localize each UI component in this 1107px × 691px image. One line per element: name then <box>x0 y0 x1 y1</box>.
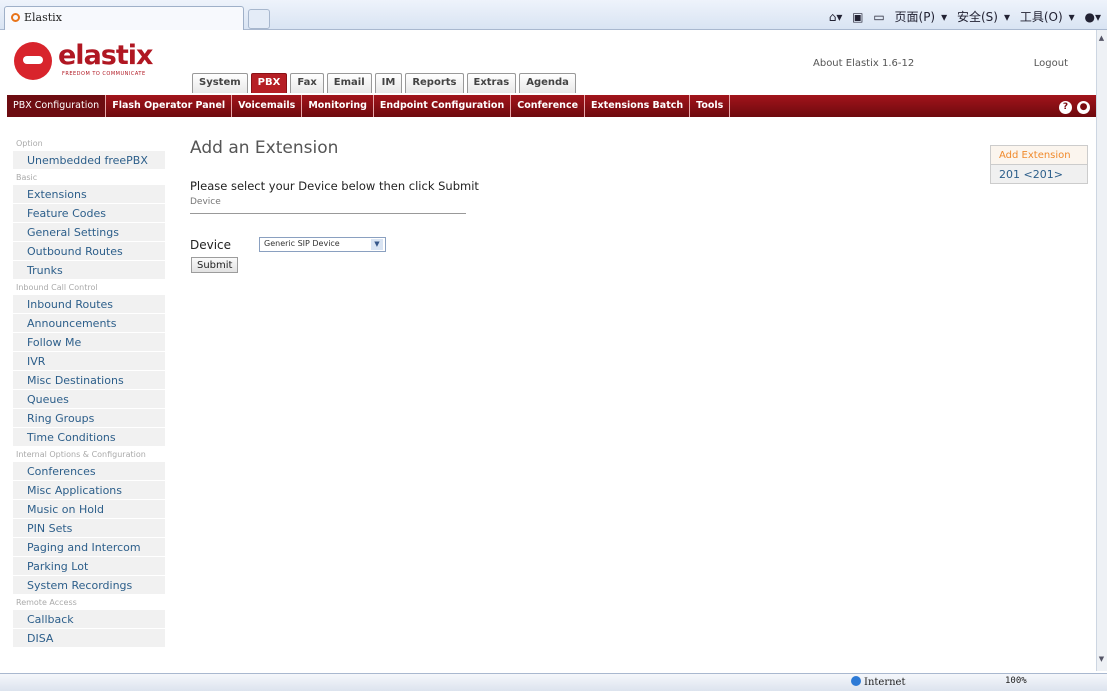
sidebar-item-system-recordings[interactable]: System Recordings <box>13 576 165 595</box>
device-select-value: Generic SIP Device <box>264 239 340 248</box>
globe-icon <box>851 676 861 686</box>
safety-menu[interactable]: 安全(S) <box>957 10 998 24</box>
help-menu-icon[interactable]: ●▾ <box>1085 10 1102 24</box>
sidebar-section-inbound: Inbound Call Control <box>16 283 98 292</box>
logout-link[interactable]: Logout <box>1034 58 1068 69</box>
safety-menu-arrow-icon: ▾ <box>1003 10 1010 24</box>
feeds-icon[interactable]: ▣ <box>852 10 863 24</box>
info-icon[interactable]: ● <box>1077 101 1090 114</box>
home-icon[interactable]: ⌂▾ <box>829 10 843 24</box>
tab-extras[interactable]: Extras <box>466 73 517 93</box>
sidebar-item-callback[interactable]: Callback <box>13 610 165 629</box>
tools-menu-arrow-icon: ▾ <box>1068 10 1075 24</box>
elastix-favicon-icon <box>11 13 20 22</box>
tab-im[interactable]: IM <box>374 73 403 93</box>
subnav-endpoint-configuration[interactable]: Endpoint Configuration <box>374 95 512 117</box>
sidebar-item-general-settings[interactable]: General Settings <box>13 223 165 242</box>
sidebar-item-outbound-routes[interactable]: Outbound Routes <box>13 242 165 261</box>
sidebar-item-trunks[interactable]: Trunks <box>13 261 165 280</box>
logo-text: elastix <box>58 40 153 71</box>
extension-list-item[interactable]: 201 <201> <box>990 165 1088 184</box>
sidebar-item-extensions[interactable]: Extensions <box>13 185 165 204</box>
help-icon[interactable]: ? <box>1059 101 1072 114</box>
tab-pbx[interactable]: PBX <box>250 73 288 93</box>
sidebar-item-ivr[interactable]: IVR <box>13 352 165 371</box>
sidebar-item-time-conditions[interactable]: Time Conditions <box>13 428 165 447</box>
subnav-extensions-batch[interactable]: Extensions Batch <box>585 95 691 117</box>
main-tabs: System PBX Fax Email IM Reports Extras A… <box>192 73 576 93</box>
tab-agenda[interactable]: Agenda <box>519 73 576 93</box>
sidebar: Option Unembedded freePBX Basic Extensio… <box>13 136 165 648</box>
zoom-control[interactable]: 100% <box>1005 676 1027 686</box>
page-menu-arrow-icon: ▾ <box>941 10 948 24</box>
sidebar-section-remote: Remote Access <box>16 598 77 607</box>
subnav-flash-operator-panel[interactable]: Flash Operator Panel <box>106 95 233 117</box>
subnav-monitoring[interactable]: Monitoring <box>302 95 374 117</box>
browser-tab[interactable]: Elastix <box>4 6 244 30</box>
sidebar-item-queues[interactable]: Queues <box>13 390 165 409</box>
sidebar-item-parking-lot[interactable]: Parking Lot <box>13 557 165 576</box>
sidebar-item-disa[interactable]: DISA <box>13 629 165 648</box>
device-label: Device <box>190 238 232 252</box>
zoom-level: 100% <box>1005 676 1027 686</box>
subnav-conference[interactable]: Conference <box>511 95 586 117</box>
subnav-icons: ? ● <box>1054 99 1090 114</box>
sidebar-section-basic: Basic <box>16 173 38 182</box>
security-zone: Internet <box>851 676 905 688</box>
sidebar-item-music-on-hold[interactable]: Music on Hold <box>13 500 165 519</box>
about-link[interactable]: About Elastix 1.6-12 <box>813 58 914 69</box>
device-row: Device Generic SIP Device ▼ <box>190 237 490 255</box>
print-icon[interactable]: ▭ <box>873 10 884 24</box>
vertical-scrollbar[interactable] <box>1096 30 1107 671</box>
main-content: Add an Extension Please select your Devi… <box>190 138 970 273</box>
divider <box>190 213 466 214</box>
logo-tagline: FREEDOM TO COMMUNICATE <box>62 71 146 77</box>
scroll-down-arrow-icon[interactable]: ▼ <box>1097 655 1106 663</box>
pbx-subnav: PBX Configuration Flash Operator Panel V… <box>7 95 1098 117</box>
subnav-pbx-configuration[interactable]: PBX Configuration <box>7 95 107 117</box>
elastix-logo: elastix FREEDOM TO COMMUNICATE <box>14 40 184 90</box>
chevron-down-icon[interactable]: ▼ <box>371 239 383 250</box>
tools-menu[interactable]: 工具(O) <box>1020 10 1063 24</box>
new-tab-button[interactable] <box>248 9 270 29</box>
extension-list: Add Extension 201 <201> <box>990 145 1088 184</box>
tab-system[interactable]: System <box>192 73 248 93</box>
sidebar-item-follow-me[interactable]: Follow Me <box>13 333 165 352</box>
device-select[interactable]: Generic SIP Device ▼ <box>259 237 386 252</box>
browser-statusbar: Internet 100% <box>0 673 1107 691</box>
sidebar-item-conferences[interactable]: Conferences <box>13 462 165 481</box>
sidebar-item-paging-intercom[interactable]: Paging and Intercom <box>13 538 165 557</box>
scroll-up-arrow-icon[interactable]: ▲ <box>1097 34 1106 42</box>
tab-fax[interactable]: Fax <box>290 73 324 93</box>
security-zone-label: Internet <box>864 677 906 688</box>
subnav-voicemails[interactable]: Voicemails <box>232 95 303 117</box>
sidebar-item-inbound-routes[interactable]: Inbound Routes <box>13 295 165 314</box>
browser-toolbar: Elastix ⌂▾ ▣ ▭ 页面(P) ▾ 安全(S) ▾ 工具(O) ▾ ●▾ <box>0 0 1107 30</box>
sidebar-item-unembedded-freepbx[interactable]: Unembedded freePBX <box>13 151 165 170</box>
submit-button[interactable]: Submit <box>191 257 239 273</box>
sidebar-section-internal: Internal Options & Configuration <box>16 450 146 459</box>
tab-email[interactable]: Email <box>326 73 372 93</box>
sidebar-item-misc-applications[interactable]: Misc Applications <box>13 481 165 500</box>
instruction-text: Please select your Device below then cli… <box>190 179 479 193</box>
sidebar-section-option: Option <box>16 139 43 148</box>
browser-tab-title: Elastix <box>24 11 62 24</box>
tab-reports[interactable]: Reports <box>405 73 464 93</box>
sidebar-item-announcements[interactable]: Announcements <box>13 314 165 333</box>
sidebar-item-misc-destinations[interactable]: Misc Destinations <box>13 371 165 390</box>
device-heading: Device <box>190 197 221 207</box>
page-menu[interactable]: 页面(P) <box>895 10 936 24</box>
sidebar-item-pin-sets[interactable]: PIN Sets <box>13 519 165 538</box>
sidebar-item-ring-groups[interactable]: Ring Groups <box>13 409 165 428</box>
logo-mark-icon <box>14 42 52 80</box>
add-extension-link[interactable]: Add Extension <box>990 145 1088 165</box>
subnav-tools[interactable]: Tools <box>690 95 731 117</box>
page-title: Add an Extension <box>190 138 339 158</box>
browser-command-bar: ⌂▾ ▣ ▭ 页面(P) ▾ 安全(S) ▾ 工具(O) ▾ ●▾ <box>823 8 1101 25</box>
sidebar-item-feature-codes[interactable]: Feature Codes <box>13 204 165 223</box>
